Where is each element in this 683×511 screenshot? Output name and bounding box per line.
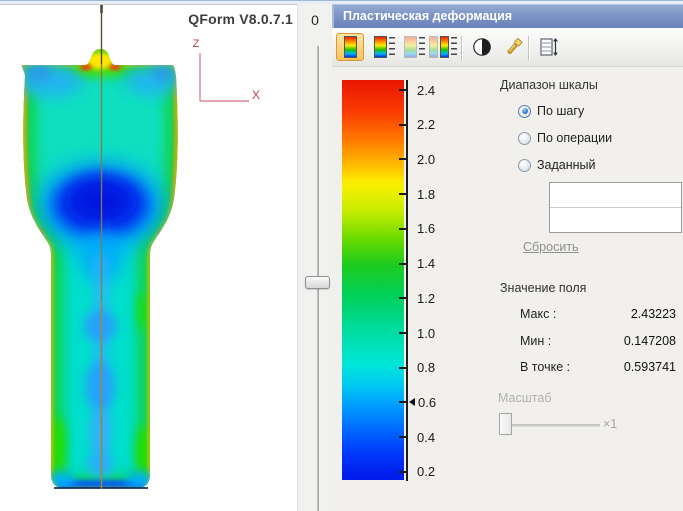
radio-label: Заданный [537, 158, 596, 172]
colorbar-tick: 0.2 [399, 464, 435, 479]
tick-marks-icon [388, 37, 395, 57]
step-slider-region: 0 [297, 4, 332, 511]
radio-by-operation[interactable]: По операции [518, 131, 612, 145]
colorbar-tick: 2.0 [399, 152, 435, 167]
flashlight-icon[interactable] [500, 33, 528, 61]
radio-button-icon [518, 104, 531, 118]
field-max-row: Макс : 2.43223 [520, 307, 676, 321]
colorbar-tick: 1.0 [399, 326, 435, 341]
axis-x-label: X [252, 88, 260, 102]
axis-indicator: Z X [193, 38, 260, 102]
colorbar-tick: 0.8 [399, 360, 435, 375]
scale-range-heading: Диапазон шкалы [500, 78, 598, 92]
field-point-row: В точке : 0.593741 [520, 360, 676, 374]
mini-colorbar-icon [429, 36, 438, 58]
scale-toolbar [332, 28, 683, 67]
colorbar-ticks-icon[interactable] [370, 33, 398, 61]
field-min-value: 0.147208 [623, 334, 676, 348]
color-scale-ticks: 2.4 2.2 2.0 1.8 1.6 1.4 1.2 1.0 0.8 0.6 0.4 0.2 [399, 80, 459, 480]
mini-colorbar-icon [373, 36, 387, 58]
step-slider-handle[interactable] [305, 276, 330, 289]
contrast-glyph-icon [473, 38, 491, 56]
colorbar-tick: 2.4 [399, 83, 435, 98]
tick-marks-icon [451, 37, 457, 57]
field-max-label: Макс : [520, 307, 557, 321]
radio-specified[interactable]: Заданный [518, 158, 596, 172]
scale-slider-track[interactable] [505, 424, 600, 427]
colorbar-pale-icon[interactable] [400, 33, 428, 61]
simulation-viewport[interactable]: QForm V8.0.7.1 Z X [0, 4, 297, 511]
scale-height-icon[interactable] [535, 33, 563, 61]
field-min-label: Мин : [520, 334, 552, 348]
flashlight-glyph-icon [507, 38, 523, 54]
toolbar-separator [528, 36, 529, 60]
field-min-row: Мин : 0.147208 [520, 334, 676, 348]
reset-link[interactable]: Сбросить [523, 240, 579, 254]
field-point-value: 0.593741 [623, 360, 676, 374]
mini-colorbar-icon [403, 36, 417, 58]
field-point-label: В точке : [520, 360, 571, 374]
colorbar-solid-icon[interactable] [336, 33, 364, 61]
scale-slider-handle[interactable] [499, 413, 512, 435]
colorbar-double-icon[interactable] [429, 33, 457, 61]
panel-title: Пластическая деформация [332, 4, 683, 28]
qform-window: QForm V8.0.7.1 Z X 0 Пластическая деформ… [0, 0, 683, 511]
colorbar-tick: 1.4 [399, 256, 435, 271]
app-version-watermark: QForm V8.0.7.1 [188, 11, 293, 27]
color-scale-bar [342, 80, 404, 480]
contrast-icon[interactable] [468, 33, 496, 61]
mini-colorbar-icon [343, 36, 357, 58]
point-value-marker-icon [409, 398, 415, 407]
colorbar-tick: 1.2 [399, 291, 435, 306]
scale-heading: Масштаб [498, 391, 552, 405]
toolbar-separator [461, 36, 462, 60]
colorbar-tick: 1.6 [399, 221, 435, 236]
field-max-value: 2.43223 [630, 307, 676, 321]
radio-label: По операции [537, 131, 613, 145]
field-value-heading: Значение поля [500, 281, 587, 295]
scale-height-glyph-icon [540, 38, 558, 56]
radio-label: По шагу [537, 104, 585, 118]
range-min-input[interactable] [550, 208, 681, 232]
range-inputs-box [549, 182, 682, 233]
plastic-deformation-panel: Пластическая деформация 2.4 2.2 2.0 1.8 … [332, 4, 683, 511]
range-max-input[interactable] [550, 183, 681, 207]
colorbar-tick: 0.4 [399, 430, 435, 445]
radio-button-icon [518, 131, 531, 145]
colorbar-tick: 2.2 [399, 117, 435, 132]
scale-multiplier: ×1 [603, 417, 618, 431]
colorbar-tick: 1.8 [399, 187, 435, 202]
colorbar-tick: 0.6 [399, 395, 436, 410]
step-indicator: 0 [311, 12, 319, 28]
mini-colorbar-icon [440, 36, 449, 58]
axis-z-label: Z [193, 38, 200, 50]
radio-by-step[interactable]: По шагу [518, 104, 584, 118]
tick-marks-icon [418, 37, 425, 57]
radio-button-icon [518, 158, 531, 172]
